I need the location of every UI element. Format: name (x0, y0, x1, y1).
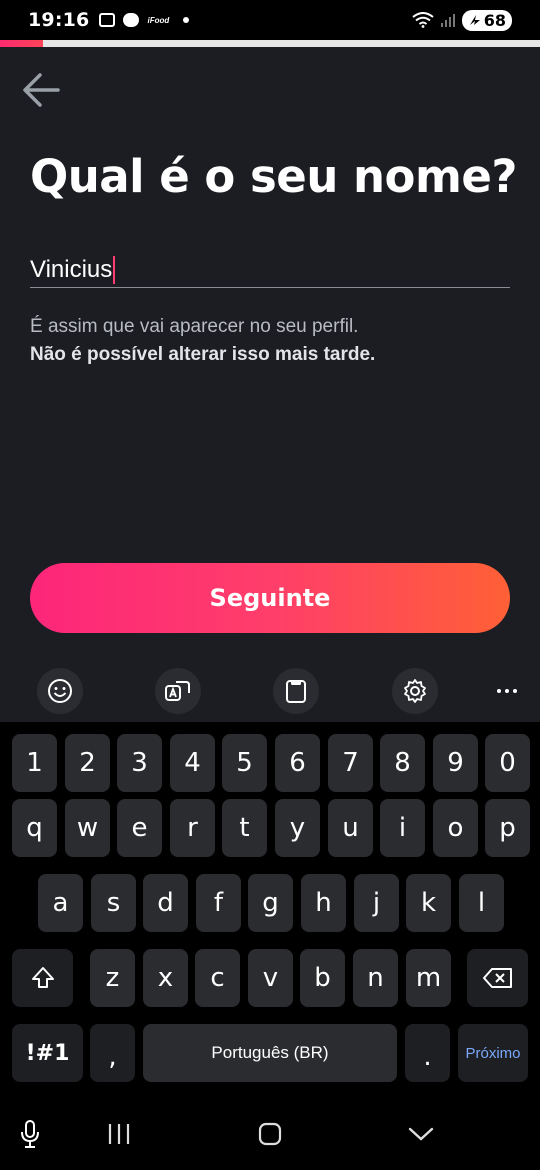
home-icon (258, 1122, 282, 1146)
battery-level: 68 (483, 10, 506, 30)
clipboard-icon (286, 680, 306, 703)
chevron-down-icon (408, 1127, 434, 1141)
backspace-icon (482, 968, 512, 988)
status-notification-icons: iFood (99, 13, 190, 27)
letter-key-h[interactable]: h (301, 874, 346, 932)
keyboard-settings-button[interactable] (392, 668, 438, 714)
letter-key-z[interactable]: z (90, 949, 135, 1007)
ifood-label: iFood (147, 15, 170, 25)
translate-button[interactable] (155, 668, 201, 714)
letter-key-x[interactable]: x (143, 949, 188, 1007)
name-input[interactable]: Vinicius (30, 252, 510, 288)
letter-key-e[interactable]: e (117, 799, 162, 857)
page-title: Qual é o seu nome? (30, 150, 518, 203)
text-cursor (113, 255, 116, 284)
microphone-icon (21, 1120, 39, 1148)
number-key-9[interactable]: 9 (433, 734, 478, 792)
next-key[interactable]: Próximo (458, 1024, 528, 1082)
emoji-button[interactable] (37, 668, 83, 714)
hint-text: É assim que vai aparecer no seu perfil. (30, 316, 359, 337)
number-key-6[interactable]: 6 (275, 734, 320, 792)
wifi-icon (412, 12, 434, 28)
back-button[interactable] (18, 69, 64, 111)
letter-key-d[interactable]: d (143, 874, 188, 932)
keyboard-toolbar (0, 658, 540, 722)
number-key-3[interactable]: 3 (117, 734, 162, 792)
letter-key-w[interactable]: w (65, 799, 110, 857)
letter-key-v[interactable]: v (248, 949, 293, 1007)
recents-button[interactable] (99, 1114, 139, 1154)
letter-key-n[interactable]: n (353, 949, 398, 1007)
letter-key-j[interactable]: j (354, 874, 399, 932)
letter-key-q[interactable]: q (12, 799, 57, 857)
number-key-7[interactable]: 7 (328, 734, 373, 792)
name-step-screen: Qual é o seu nome? Vinicius É assim que … (0, 47, 540, 658)
signup-progress-bar (0, 40, 540, 47)
letter-key-u[interactable]: u (328, 799, 373, 857)
number-key-4[interactable]: 4 (170, 734, 215, 792)
shift-key[interactable] (12, 949, 73, 1007)
voice-input-button[interactable] (10, 1114, 50, 1154)
letter-key-o[interactable]: o (433, 799, 478, 857)
clipboard-button[interactable] (273, 668, 319, 714)
letter-key-g[interactable]: g (248, 874, 293, 932)
more-notifications-dot-icon (183, 17, 190, 23)
number-key-0[interactable]: 0 (485, 734, 530, 792)
letter-key-t[interactable]: t (222, 799, 267, 857)
status-right: 68 (412, 9, 512, 31)
letter-key-p[interactable]: p (485, 799, 530, 857)
battery-indicator: 68 (461, 9, 512, 31)
letter-key-i[interactable]: i (380, 799, 425, 857)
letter-key-m[interactable]: m (406, 949, 451, 1007)
progress-fill (0, 40, 44, 47)
letter-key-c[interactable]: c (195, 949, 240, 1007)
chat-bubble-icon (123, 13, 140, 27)
letter-key-b[interactable]: b (300, 949, 345, 1007)
period-key[interactable]: . (405, 1024, 450, 1082)
keyboard: !#1 , Português (BR) . Próximo 123456789… (0, 722, 540, 1092)
number-key-5[interactable]: 5 (222, 734, 267, 792)
letter-key-k[interactable]: k (406, 874, 451, 932)
letter-key-s[interactable]: s (91, 874, 136, 932)
hint-warning-text: Não é possível alterar isso mais tarde. (30, 344, 376, 365)
status-bar: 19:16 iFood 68 (0, 0, 540, 40)
settings-icon (404, 679, 426, 703)
recents-icon (108, 1124, 130, 1144)
more-options-button[interactable] (484, 668, 530, 714)
battery-saver-icon (469, 15, 480, 25)
symbols-key[interactable]: !#1 (12, 1024, 83, 1082)
comma-key[interactable]: , (90, 1024, 135, 1082)
letter-key-a[interactable]: a (38, 874, 83, 932)
hide-keyboard-button[interactable] (401, 1114, 441, 1154)
letter-key-f[interactable]: f (196, 874, 241, 932)
signal-icon (440, 14, 455, 27)
letter-key-l[interactable]: l (459, 874, 504, 932)
number-key-8[interactable]: 8 (380, 734, 425, 792)
home-button[interactable] (250, 1114, 290, 1154)
space-key[interactable]: Português (BR) (143, 1024, 397, 1082)
backspace-key[interactable] (467, 949, 528, 1007)
number-key-1[interactable]: 1 (12, 734, 57, 792)
status-time: 19:16 (28, 9, 90, 31)
emoji-icon (48, 679, 72, 703)
screenshot-icon (99, 13, 116, 27)
name-input-value: Vinicius (30, 255, 113, 283)
translate-icon (165, 681, 190, 701)
shift-icon (31, 967, 54, 988)
number-key-2[interactable]: 2 (65, 734, 110, 792)
navigation-bar (0, 1092, 540, 1170)
continue-button[interactable]: Seguinte (30, 563, 510, 633)
more-icon (497, 689, 501, 693)
letter-key-y[interactable]: y (275, 799, 320, 857)
arrow-left-icon (23, 73, 60, 107)
name-hint: É assim que vai aparecer no seu perfil. … (30, 313, 375, 369)
letter-key-r[interactable]: r (170, 799, 215, 857)
